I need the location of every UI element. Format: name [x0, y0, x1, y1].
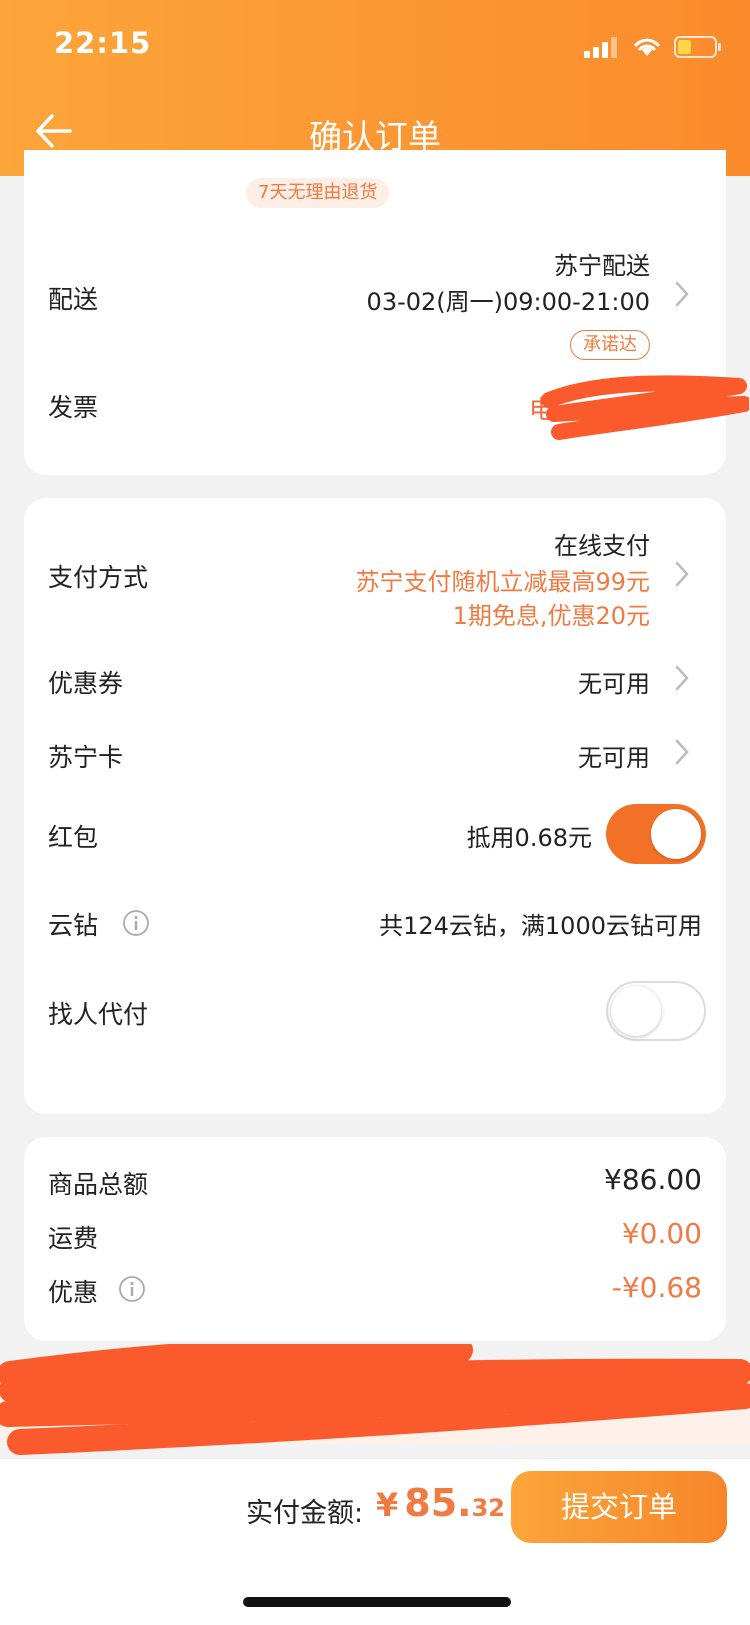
payment-method: 在线支付: [554, 532, 650, 560]
toggle-knob: [651, 809, 701, 859]
currency-symbol: ¥: [376, 1486, 399, 1524]
promise-badge: 承诺达: [570, 330, 650, 360]
info-icon[interactable]: [118, 1275, 146, 1303]
coupon-value: 无可用: [578, 670, 650, 698]
toggle-knob: [611, 986, 661, 1036]
wifi-icon: [634, 38, 660, 56]
proxy-pay-label: 找人代付: [48, 1000, 149, 1029]
pay-total-amount: ¥85.32: [376, 1481, 505, 1525]
subtotal-label: 商品总额: [48, 1170, 149, 1199]
payment-promo-1: 苏宁支付随机立减最高99元: [355, 568, 650, 596]
chevron-right-icon: [675, 739, 689, 765]
return-policy-tag: 7天无理由退货: [246, 178, 390, 208]
discount-amount: -¥0.68: [611, 1271, 702, 1304]
order-info-card: 7天无理由退货 配送 苏宁配送 03-02(周一)09:00-21:00 承诺达…: [24, 150, 749, 475]
payment-card: 支付方式 在线支付 苏宁支付随机立减最高99元 1期免息,优惠20元 优惠券 无…: [24, 498, 726, 1114]
submit-order-button[interactable]: 提交订单: [511, 1471, 727, 1543]
status-time: 22:15: [54, 26, 152, 60]
home-indicator: [243, 1597, 511, 1607]
cloud-diamond-value: 共124云钻，满1000云钻可用: [379, 912, 702, 940]
suning-card-label: 苏宁卡: [48, 743, 124, 772]
delivery-label: 配送: [48, 285, 99, 314]
redaction-scribble: [0, 1344, 750, 1455]
amount-integer: 85.: [404, 1481, 472, 1525]
pay-total-label: 实付金额:: [246, 1498, 364, 1529]
amount-decimal: 32: [471, 1494, 505, 1522]
invoice-label: 发票: [48, 393, 99, 422]
battery-icon: [674, 36, 721, 58]
shipping-amount: ¥0.00: [621, 1217, 702, 1250]
subtotal-amount: ¥86.00: [604, 1163, 702, 1196]
red-packet-toggle[interactable]: [606, 804, 706, 864]
chevron-right-icon: [675, 281, 689, 307]
discount-label: 优惠: [48, 1278, 99, 1307]
chevron-right-icon: [675, 561, 689, 587]
proxy-pay-toggle[interactable]: [606, 981, 706, 1041]
price-summary-card: 商品总额 ¥86.00 运费 ¥0.00 优惠 -¥0.68: [24, 1137, 726, 1341]
red-packet-value: 抵用0.68元: [466, 824, 592, 852]
red-packet-label: 红包: [48, 823, 99, 852]
delivery-carrier: 苏宁配送: [554, 252, 650, 280]
status-icons: [584, 34, 722, 60]
shipping-label: 运费: [48, 1224, 99, 1253]
checkout-bar: 实付金额: ¥85.32 提交订单: [0, 1458, 750, 1625]
payment-label: 支付方式: [48, 563, 149, 592]
redaction-scribble: [541, 375, 749, 440]
chevron-right-icon: [675, 665, 689, 691]
suning-card-value: 无可用: [578, 744, 650, 772]
coupon-label: 优惠券: [48, 669, 124, 698]
delivery-time: 03-02(周一)09:00-21:00: [366, 288, 650, 316]
info-icon[interactable]: [122, 909, 150, 937]
signal-icon: [584, 37, 617, 58]
cloud-diamond-label: 云钻: [48, 911, 99, 940]
payment-promo-2: 1期免息,优惠20元: [452, 602, 650, 630]
